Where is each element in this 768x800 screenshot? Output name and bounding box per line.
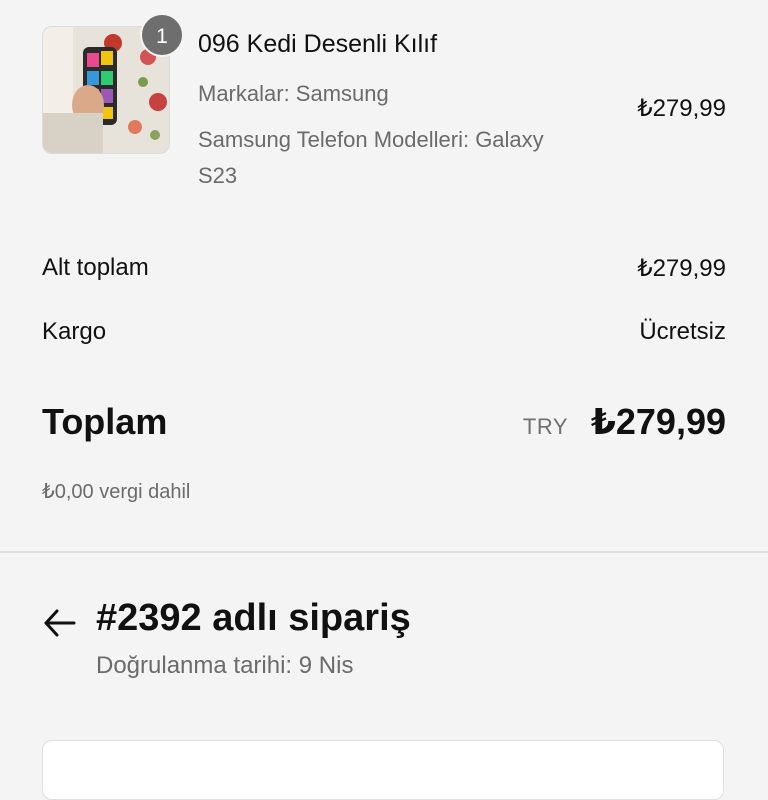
subtotal-value: ₺279,99 [637,255,726,282]
product-model-continued: S23 [198,163,238,188]
back-button[interactable] [40,603,80,643]
product-price: ₺279,99 [637,95,726,122]
total-label: Toplam [42,401,168,442]
order-confirmation-date: Doğrulanma tarihi: 9 Nis [96,652,354,679]
product-model: Samsung Telefon Modelleri: Galaxy [198,127,544,152]
product-brand: Markalar: Samsung [198,81,389,106]
arrow-left-icon [44,609,76,637]
order-title: #2392 adlı sipariş [96,597,411,639]
quantity-badge: 1 [140,13,184,57]
product-name: 096 Kedi Desenli Kılıf [198,30,438,58]
order-details-card [42,740,724,800]
total-value: ₺279,99 [590,401,726,442]
tax-note: ₺0,00 vergi dahil [42,481,191,503]
shipping-value: Ücretsiz [639,318,726,345]
subtotal-label: Alt toplam [42,254,149,281]
total-currency: TRY [522,414,568,439]
section-divider [0,551,768,553]
shipping-label: Kargo [42,318,107,345]
